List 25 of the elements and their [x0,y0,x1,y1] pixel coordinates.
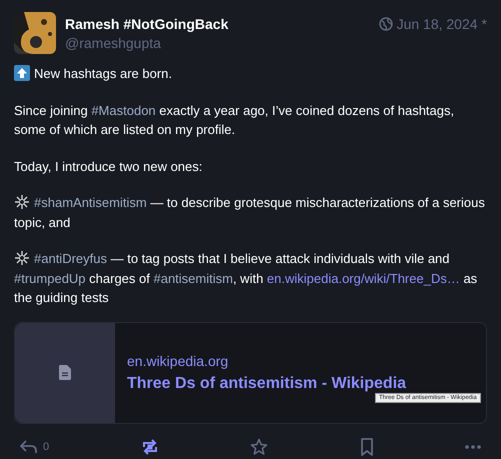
sparkle-icon [14,250,30,266]
post-paragraph: Today, I introduce two new ones: [14,158,204,176]
hashtag-link[interactable]: #shamAntisemitism [34,195,147,210]
post-paragraph: #shamAntisemitism — to describe grotesque mischaracterizations of a serious topic, and [14,193,486,232]
star-icon [250,438,268,456]
document-icon [59,365,71,380]
hashtag-link[interactable]: #trumpedUp [14,270,86,286]
card-title: Three Ds of antisemitism - Wikipedia [127,374,406,392]
globe-icon [378,17,393,31]
hashtag-link[interactable]: #Mastodon [91,102,156,118]
wikipedia-link[interactable]: en.wikipedia.org/wiki/Three_Ds… [266,270,460,286]
post-paragraph: #antiDreyfus — to tag posts that I believe attack individuals with vile and #trumpedUp charges of #antisemitism, with en.wikipedia.org/wiki/Three_Ds… as the guiding tests [14,249,478,307]
post-paragraph: New hashtags are born. [14,64,487,84]
hashtag-link[interactable]: #antisemitism [153,270,233,286]
bookmark-icon [360,438,374,456]
up-arrow-icon [14,65,30,81]
more-icon [465,444,481,448]
reply-icon [20,440,38,454]
boost-icon [140,438,159,456]
edited-mark: * [482,16,487,32]
card-domain: en.wikipedia.org [127,352,230,368]
hashtag-link[interactable]: #antiDreyfus [34,251,107,266]
post-paragraph: Since joining #Mastodon exactly a year ago, I’ve coined dozens of hashtags, some of which are listed on my profile. [14,102,456,139]
sparkle-icon [14,194,30,210]
display-name[interactable]: Ramesh #NotGoingBack [65,16,370,32]
